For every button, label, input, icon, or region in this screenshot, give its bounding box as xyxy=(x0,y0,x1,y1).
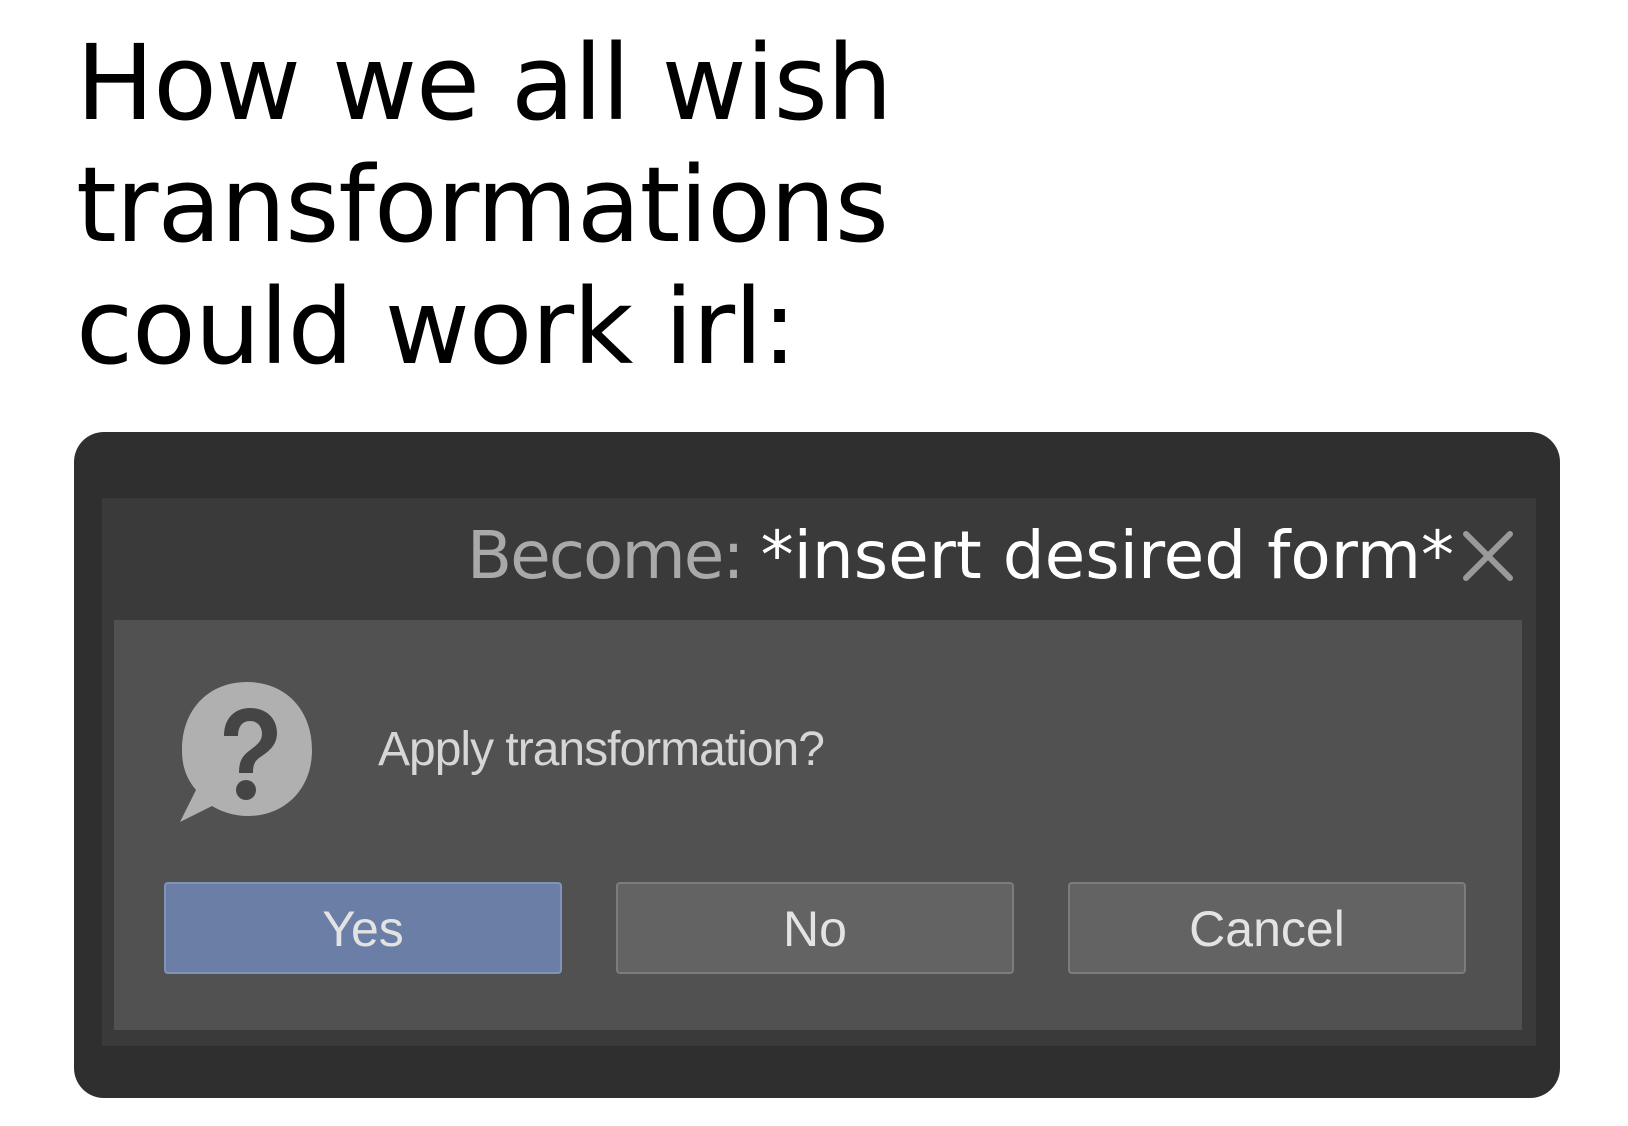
dialog-frame: Become: *insert desired form* Apply trans… xyxy=(74,432,1560,1098)
yes-button[interactable]: Yes xyxy=(164,882,562,974)
close-button[interactable] xyxy=(1460,528,1516,584)
dialog-message: Apply transformation? xyxy=(378,723,825,776)
dialog-title-prefix: Become: xyxy=(466,517,745,594)
caption-line-1: How we all wish xyxy=(76,22,893,144)
dialog-content: Apply transformation? Yes No Cancel xyxy=(114,620,1522,1030)
transformation-dialog: Become: *insert desired form* Apply trans… xyxy=(102,498,1536,1046)
caption-line-3: could work irl: xyxy=(76,266,797,388)
question-bubble-icon xyxy=(180,682,312,822)
cancel-button[interactable]: Cancel xyxy=(1068,882,1466,974)
dialog-title: Become: *insert desired form* xyxy=(467,516,1454,596)
dialog-titlebar: Become: *insert desired form* xyxy=(102,498,1536,618)
meme-caption: How we all wish transformations could wo… xyxy=(76,22,1276,388)
no-button[interactable]: No xyxy=(616,882,1014,974)
caption-line-2: transformations xyxy=(76,144,889,266)
dialog-title-form: *insert desired form* xyxy=(760,517,1454,594)
close-icon xyxy=(1463,531,1513,581)
